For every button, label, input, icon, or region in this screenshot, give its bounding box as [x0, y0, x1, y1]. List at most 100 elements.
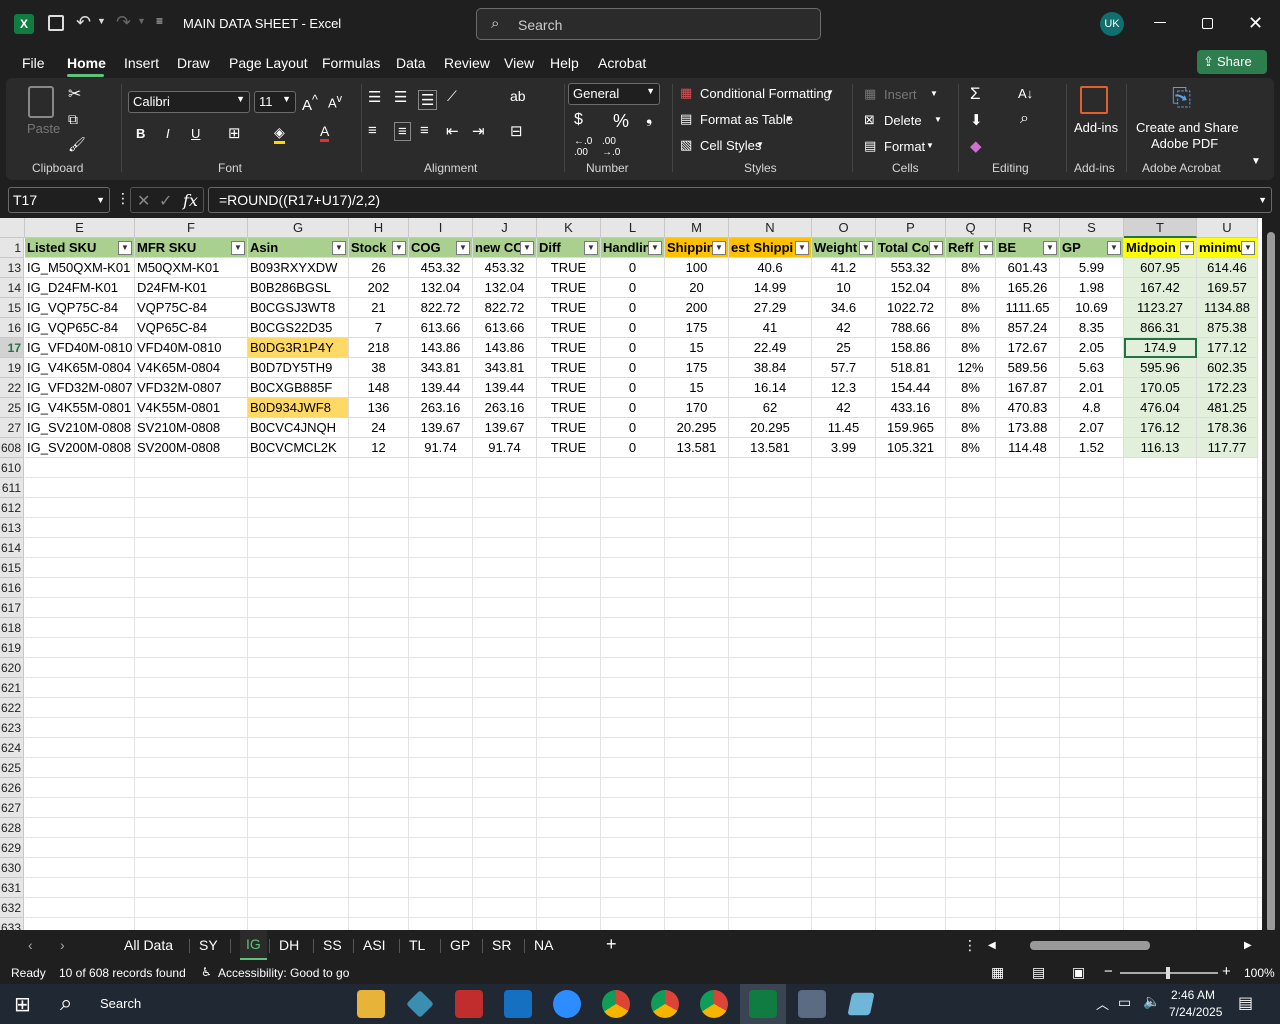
empty-row[interactable]: [25, 598, 1262, 618]
column-header-K[interactable]: K: [537, 218, 601, 238]
empty-row[interactable]: [25, 778, 1262, 798]
table-cell[interactable]: 13.581: [729, 438, 812, 458]
row-header[interactable]: 633: [0, 918, 24, 930]
undo-icon[interactable]: ↶: [76, 12, 91, 33]
row-header[interactable]: 614: [0, 538, 24, 558]
align-right-icon[interactable]: ≡: [420, 122, 429, 139]
copy-icon[interactable]: ⧉: [68, 111, 78, 128]
conditional-formatting-button[interactable]: Conditional Formatting: [700, 86, 831, 101]
filter-dropdown-icon[interactable]: ▼: [1241, 241, 1255, 255]
row-header[interactable]: 611: [0, 478, 24, 498]
more-options-icon[interactable]: ⋮: [116, 190, 130, 207]
tab-data[interactable]: Data: [396, 55, 426, 71]
table-cell[interactable]: 91.74: [473, 438, 537, 458]
restore-icon[interactable]: [1202, 18, 1213, 29]
decrease-font-icon[interactable]: Av: [328, 93, 342, 110]
tab-acrobat[interactable]: Acrobat: [598, 55, 646, 71]
filter-dropdown-icon[interactable]: ▼: [332, 241, 346, 255]
increase-decimal-icon[interactable]: ←.0.00: [574, 136, 592, 158]
underline-button[interactable]: U: [191, 126, 200, 141]
table-cell[interactable]: B0CVC4JNQH: [248, 418, 349, 438]
table-cell[interactable]: 8%: [946, 418, 996, 438]
column-header-O[interactable]: O: [812, 218, 876, 238]
table-cell[interactable]: 875.38: [1197, 318, 1258, 338]
tab-home[interactable]: Home: [67, 55, 106, 71]
notes-app-icon[interactable]: [847, 992, 875, 1016]
chevron-up-icon[interactable]: ︿: [1096, 994, 1109, 1013]
empty-row[interactable]: [25, 798, 1262, 818]
table-cell[interactable]: 132.04: [473, 278, 537, 298]
table-header-cell[interactable]: COG ▼: [409, 238, 473, 258]
table-cell[interactable]: 175: [665, 358, 729, 378]
table-cell[interactable]: 2.01: [1060, 378, 1124, 398]
table-cell[interactable]: TRUE: [537, 418, 601, 438]
align-center-icon[interactable]: ≡: [394, 122, 411, 141]
table-cell[interactable]: 518.81: [876, 358, 946, 378]
column-header-M[interactable]: M: [665, 218, 729, 238]
normal-view-icon[interactable]: ▦: [991, 964, 1004, 981]
table-cell[interactable]: 169.57: [1197, 278, 1258, 298]
borders-icon[interactable]: ⊞: [228, 124, 241, 142]
table-cell[interactable]: 132.04: [409, 278, 473, 298]
windows-start-icon[interactable]: ⊞: [14, 992, 31, 1017]
table-cell[interactable]: 7: [349, 318, 409, 338]
empty-row[interactable]: [25, 458, 1262, 478]
table-cell[interactable]: 114.48: [996, 438, 1060, 458]
clock-time[interactable]: 2:46 AM: [1171, 988, 1215, 1002]
fill-color-icon[interactable]: ◈: [274, 124, 285, 144]
table-cell[interactable]: 602.35: [1197, 358, 1258, 378]
table-cell[interactable]: 143.86: [473, 338, 537, 358]
table-header-cell[interactable]: Total Co ▼: [876, 238, 946, 258]
row-header[interactable]: 617: [0, 598, 24, 618]
table-cell[interactable]: TRUE: [537, 318, 601, 338]
row-header[interactable]: 619: [0, 638, 24, 658]
file-explorer-icon[interactable]: [357, 990, 385, 1018]
align-top-icon[interactable]: ☰: [368, 88, 381, 106]
table-cell[interactable]: 117.77: [1197, 438, 1258, 458]
table-cell[interactable]: 170: [665, 398, 729, 418]
table-cell[interactable]: 152.04: [876, 278, 946, 298]
merge-center-icon[interactable]: ⊟: [510, 122, 523, 140]
paste-button[interactable]: Paste: [27, 121, 60, 136]
filter-dropdown-icon[interactable]: ▼: [648, 241, 662, 255]
table-cell[interactable]: 62: [729, 398, 812, 418]
table-header-cell[interactable]: Asin ▼: [248, 238, 349, 258]
table-cell[interactable]: 0: [601, 258, 665, 278]
table-cell[interactable]: 453.32: [473, 258, 537, 278]
table-cell[interactable]: 866.31: [1124, 318, 1197, 338]
table-cell[interactable]: 159.965: [876, 418, 946, 438]
table-cell[interactable]: 165.26: [996, 278, 1060, 298]
row-header[interactable]: 622: [0, 698, 24, 718]
table-cell[interactable]: 8%: [946, 438, 996, 458]
sheet-tab-asi[interactable]: ASI: [363, 937, 386, 953]
table-cell[interactable]: 8%: [946, 378, 996, 398]
table-cell[interactable]: VQP75C-84: [135, 298, 248, 318]
table-cell[interactable]: 34.6: [812, 298, 876, 318]
table-cell[interactable]: 167.87: [996, 378, 1060, 398]
table-cell[interactable]: 173.88: [996, 418, 1060, 438]
zoom-out-icon[interactable]: −: [1104, 963, 1113, 980]
empty-row[interactable]: [25, 838, 1262, 858]
table-cell[interactable]: D24FM-K01: [135, 278, 248, 298]
zoom-in-icon[interactable]: +: [1222, 963, 1231, 980]
row-header[interactable]: 623: [0, 718, 24, 738]
table-cell[interactable]: 857.24: [996, 318, 1060, 338]
table-cell[interactable]: 1.52: [1060, 438, 1124, 458]
number-format-select[interactable]: General ▼: [568, 83, 660, 105]
row-header[interactable]: 621: [0, 678, 24, 698]
filter-dropdown-icon[interactable]: ▼: [712, 241, 726, 255]
table-header-cell[interactable]: Midpoin ▼: [1124, 238, 1197, 258]
table-cell[interactable]: 38: [349, 358, 409, 378]
tab-page-layout[interactable]: Page Layout: [229, 55, 308, 71]
table-cell[interactable]: IG_V4K55M-0801: [25, 398, 135, 418]
save-icon[interactable]: [48, 15, 64, 31]
table-cell[interactable]: 4.8: [1060, 398, 1124, 418]
sheet-tab-tl[interactable]: TL: [409, 937, 425, 953]
table-cell[interactable]: 100: [665, 258, 729, 278]
filter-dropdown-icon[interactable]: ▼: [929, 241, 943, 255]
table-cell[interactable]: 15: [665, 338, 729, 358]
table-cell[interactable]: 139.67: [409, 418, 473, 438]
column-header-F[interactable]: F: [135, 218, 248, 238]
insert-function-icon[interactable]: fx: [183, 191, 198, 210]
empty-row[interactable]: [25, 818, 1262, 838]
